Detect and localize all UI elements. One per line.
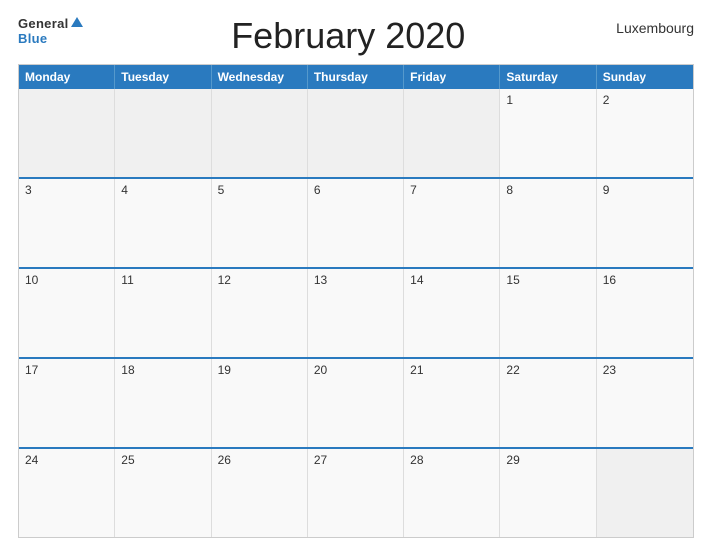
calendar-container: General Blue February 2020 Luxembourg Mo… [0, 0, 712, 550]
logo-triangle-icon [71, 17, 83, 27]
day-number: 4 [121, 183, 204, 197]
day-cell: 18 [115, 359, 211, 447]
day-cell [308, 89, 404, 177]
day-number: 7 [410, 183, 493, 197]
day-cell: 27 [308, 449, 404, 537]
day-number: 15 [506, 273, 589, 287]
day-cell: 26 [212, 449, 308, 537]
page-title: February 2020 [93, 16, 604, 56]
day-cell: 2 [597, 89, 693, 177]
day-cell: 28 [404, 449, 500, 537]
day-cell: 7 [404, 179, 500, 267]
day-header-saturday: Saturday [500, 65, 596, 89]
day-number: 2 [603, 93, 687, 107]
logo-blue: Blue [18, 32, 47, 45]
days-header: MondayTuesdayWednesdayThursdayFridaySatu… [19, 65, 693, 89]
day-cell: 10 [19, 269, 115, 357]
day-cell: 12 [212, 269, 308, 357]
day-number: 27 [314, 453, 397, 467]
week-1: 12 [19, 89, 693, 177]
logo: General Blue [18, 16, 83, 45]
day-cell: 14 [404, 269, 500, 357]
day-number: 1 [506, 93, 589, 107]
day-header-friday: Friday [404, 65, 500, 89]
header: General Blue February 2020 Luxembourg [18, 16, 694, 56]
day-cell: 21 [404, 359, 500, 447]
day-number: 19 [218, 363, 301, 377]
day-number: 14 [410, 273, 493, 287]
day-number: 9 [603, 183, 687, 197]
logo-text: General [18, 16, 83, 32]
country-label: Luxembourg [614, 16, 694, 36]
day-header-sunday: Sunday [597, 65, 693, 89]
day-number: 13 [314, 273, 397, 287]
day-cell [19, 89, 115, 177]
day-number: 8 [506, 183, 589, 197]
day-cell: 9 [597, 179, 693, 267]
day-cell: 20 [308, 359, 404, 447]
day-header-wednesday: Wednesday [212, 65, 308, 89]
day-number: 5 [218, 183, 301, 197]
day-number: 21 [410, 363, 493, 377]
day-number: 28 [410, 453, 493, 467]
day-cell: 1 [500, 89, 596, 177]
day-number: 3 [25, 183, 108, 197]
day-header-thursday: Thursday [308, 65, 404, 89]
day-cell: 5 [212, 179, 308, 267]
day-cell: 25 [115, 449, 211, 537]
day-cell: 6 [308, 179, 404, 267]
calendar: MondayTuesdayWednesdayThursdayFridaySatu… [18, 64, 694, 538]
day-number: 18 [121, 363, 204, 377]
day-cell: 22 [500, 359, 596, 447]
day-cell: 15 [500, 269, 596, 357]
day-number: 20 [314, 363, 397, 377]
week-4: 17 18 19 20 21 22 23 [19, 357, 693, 447]
day-number: 6 [314, 183, 397, 197]
day-cell [404, 89, 500, 177]
day-header-tuesday: Tuesday [115, 65, 211, 89]
day-cell: 3 [19, 179, 115, 267]
day-number: 24 [25, 453, 108, 467]
day-cell [115, 89, 211, 177]
day-cell: 17 [19, 359, 115, 447]
week-5: 24 25 26 27 28 29 [19, 447, 693, 537]
day-cell: 8 [500, 179, 596, 267]
day-header-monday: Monday [19, 65, 115, 89]
day-number: 26 [218, 453, 301, 467]
day-number: 29 [506, 453, 589, 467]
day-cell: 4 [115, 179, 211, 267]
day-number: 25 [121, 453, 204, 467]
logo-general: General [18, 16, 69, 31]
day-cell: 19 [212, 359, 308, 447]
day-cell: 11 [115, 269, 211, 357]
weeks-container: 1234567891011121314151617181920212223242… [19, 89, 693, 537]
day-cell [212, 89, 308, 177]
week-2: 3456789 [19, 177, 693, 267]
day-number: 22 [506, 363, 589, 377]
day-number: 17 [25, 363, 108, 377]
week-3: 10 11 12 13 14 15 16 [19, 267, 693, 357]
day-number: 16 [603, 273, 687, 287]
day-number: 10 [25, 273, 108, 287]
day-number: 12 [218, 273, 301, 287]
day-cell: 13 [308, 269, 404, 357]
day-cell [597, 449, 693, 537]
day-cell: 23 [597, 359, 693, 447]
day-cell: 24 [19, 449, 115, 537]
day-cell: 29 [500, 449, 596, 537]
day-number: 11 [121, 273, 204, 287]
day-cell: 16 [597, 269, 693, 357]
day-number: 23 [603, 363, 687, 377]
